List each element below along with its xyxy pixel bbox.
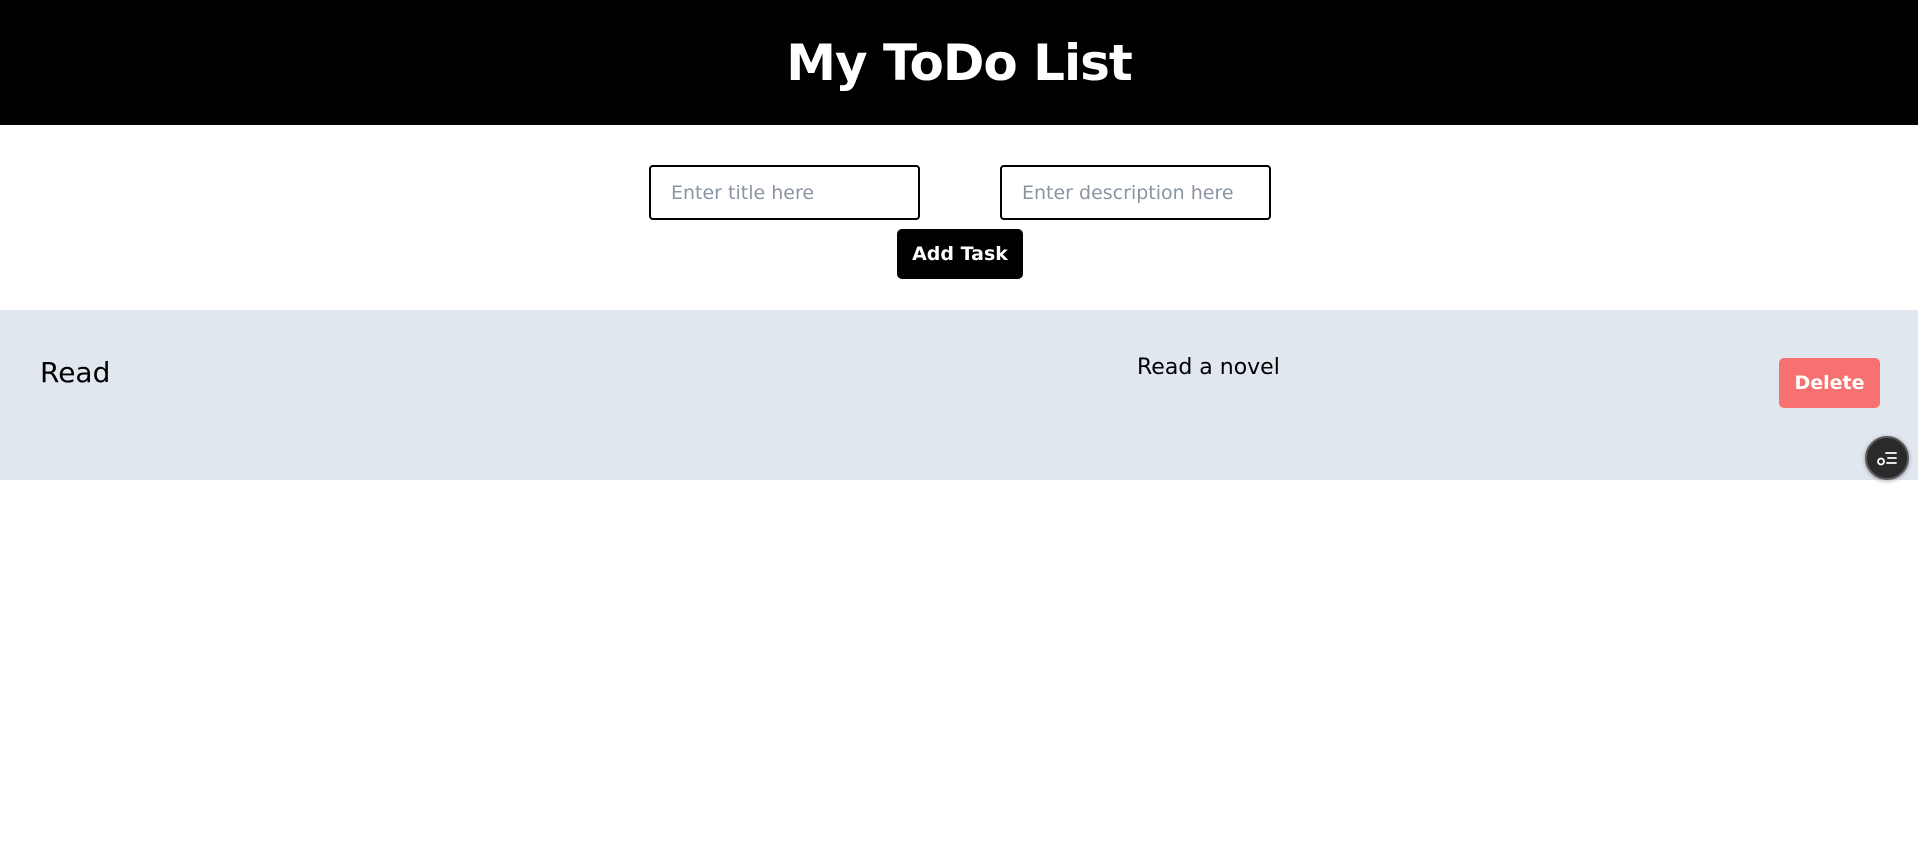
app-header: My ToDo List bbox=[0, 0, 1918, 125]
description-input[interactable] bbox=[1000, 165, 1271, 220]
add-task-button[interactable]: Add Task bbox=[897, 229, 1023, 279]
todo-list: Read Read a novel Delete bbox=[0, 310, 1918, 480]
todo-description: Read a novel bbox=[1137, 355, 1280, 380]
page-title: My ToDo List bbox=[786, 33, 1132, 92]
todo-app: My ToDo List Add Task Read Read a novel … bbox=[0, 0, 1918, 868]
floating-action-button[interactable] bbox=[1865, 436, 1909, 480]
task-list-icon bbox=[1876, 449, 1898, 467]
add-task-form: Add Task bbox=[0, 125, 1918, 310]
todo-item: Read Read a novel Delete bbox=[0, 310, 1918, 480]
delete-button[interactable]: Delete bbox=[1779, 358, 1880, 408]
title-input[interactable] bbox=[649, 165, 920, 220]
todo-title: Read bbox=[40, 356, 111, 389]
